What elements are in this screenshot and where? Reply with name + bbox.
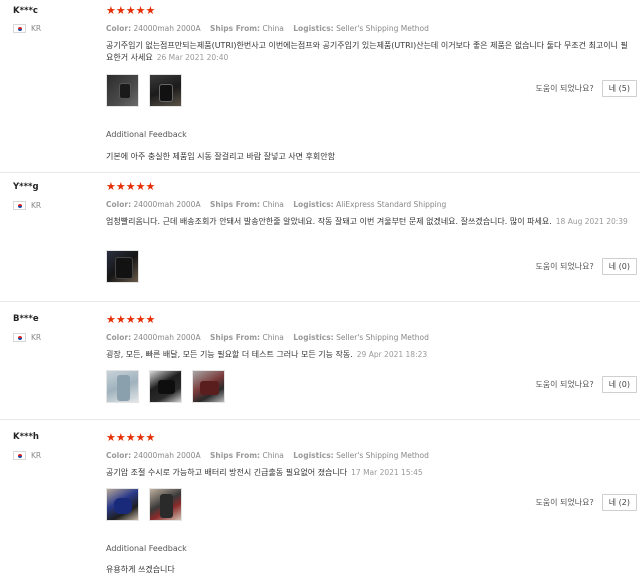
logistics-label: Logistics: xyxy=(293,200,334,209)
logistics-value: Seller's Shipping Method xyxy=(336,451,429,460)
color-label: Color: xyxy=(106,451,132,460)
ships-from-label: Ships From: xyxy=(209,333,261,342)
review-photo[interactable] xyxy=(106,370,139,403)
ships-from-value: China xyxy=(262,200,284,209)
helpful-label: 도움이 되었나요? xyxy=(535,84,594,93)
country-code: KR xyxy=(31,333,42,342)
star-rating: ★★★★★ xyxy=(106,4,156,17)
review-meta: Color: 24000mah 2000A Ships From: China … xyxy=(106,200,453,209)
color-value: 24000mah 2000A xyxy=(133,451,201,460)
review-photo[interactable] xyxy=(149,488,182,521)
ships-from-value: China xyxy=(262,333,284,342)
review-text: 공기주입기 없는점프만되는제품(UTRI)한번사고 이번에는점프와 공기주입기 … xyxy=(106,40,634,64)
divider xyxy=(0,419,640,420)
reviewer-country: KR xyxy=(13,333,41,342)
helpful-section: 도움이 되었나요? 네 (2) xyxy=(535,494,637,511)
logistics-label: Logistics: xyxy=(293,24,334,33)
helpful-label: 도움이 되었나요? xyxy=(535,262,594,271)
helpful-label: 도움이 되었나요? xyxy=(535,498,594,507)
review-photos xyxy=(106,74,182,107)
review-text: 굉장, 모든, 빠른 배달, 모든 기능 필요할 더 테스트 그러나 모든 기능… xyxy=(106,349,634,361)
review-photos xyxy=(106,250,139,283)
review-date: 29 Apr 2021 18:23 xyxy=(356,350,428,359)
korea-flag-icon xyxy=(13,201,26,210)
ships-from-label: Ships From: xyxy=(209,451,261,460)
korea-flag-icon xyxy=(13,24,26,33)
additional-feedback-title: Additional Feedback xyxy=(106,544,187,553)
review-photo[interactable] xyxy=(192,370,225,403)
korea-flag-icon xyxy=(13,451,26,460)
review-photo[interactable] xyxy=(106,74,139,107)
logistics-label: Logistics: xyxy=(293,451,334,460)
reviewer-name: K***h xyxy=(13,432,39,442)
review-photos xyxy=(106,370,225,403)
review-photo[interactable] xyxy=(149,74,182,107)
review-date: 17 Mar 2021 15:45 xyxy=(351,468,423,477)
logistics-value: Seller's Shipping Method xyxy=(336,24,429,33)
review-date: 18 Aug 2021 20:39 xyxy=(555,217,628,226)
review-text: 공기압 조절 수시로 가능하고 배터리 방전시 긴급출동 필요없어 졌습니다 17… xyxy=(106,467,634,479)
reviewer-name: Y***g xyxy=(13,182,39,192)
ships-from-label: Ships From: xyxy=(209,200,261,209)
logistics-label: Logistics: xyxy=(293,333,334,342)
reviewer-name: K***c xyxy=(13,6,38,16)
helpful-yes-button[interactable]: 네 (0) xyxy=(601,258,637,275)
country-code: KR xyxy=(31,24,42,33)
korea-flag-icon xyxy=(13,333,26,342)
reviewer-country: KR xyxy=(13,201,41,210)
star-rating: ★★★★★ xyxy=(106,180,156,193)
additional-feedback-text: 기본에 아주 충실한 제품임 시동 잘걸리고 바람 잘넣고 사면 후회안함 xyxy=(106,152,335,161)
review-meta: Color: 24000mah 2000A Ships From: China … xyxy=(106,24,436,33)
color-label: Color: xyxy=(106,200,132,209)
helpful-section: 도움이 되었나요? 네 (5) xyxy=(535,80,637,97)
ships-from-label: Ships From: xyxy=(209,24,261,33)
review-meta: Color: 24000mah 2000A Ships From: China … xyxy=(106,333,436,342)
ships-from-value: China xyxy=(262,24,284,33)
helpful-section: 도움이 되었나요? 네 (0) xyxy=(535,258,637,275)
helpful-section: 도움이 되었나요? 네 (0) xyxy=(535,376,637,393)
review-photo[interactable] xyxy=(106,250,139,283)
ships-from-value: China xyxy=(262,451,284,460)
review-date: 26 Mar 2021 20:40 xyxy=(156,53,229,62)
divider xyxy=(0,172,640,173)
star-rating: ★★★★★ xyxy=(106,431,156,444)
review-body: 굉장, 모든, 빠른 배달, 모든 기능 필요할 더 테스트 그러나 모든 기능… xyxy=(106,350,353,359)
review-body: 엄청빨리옴니다. 근데 배송조회가 안돼서 발송안한줄 알았네요. 작동 잘돼고… xyxy=(106,217,552,226)
helpful-yes-button[interactable]: 네 (2) xyxy=(601,494,637,511)
color-value: 24000mah 2000A xyxy=(133,200,201,209)
color-value: 24000mah 2000A xyxy=(133,24,201,33)
review-text: 엄청빨리옴니다. 근데 배송조회가 안돼서 발송안한줄 알았네요. 작동 잘돼고… xyxy=(106,216,634,228)
review-photo[interactable] xyxy=(106,488,139,521)
additional-feedback-text: 유용하게 쓰겠습니다 xyxy=(106,565,175,574)
review-photo[interactable] xyxy=(149,370,182,403)
color-label: Color: xyxy=(106,333,132,342)
logistics-value: Seller's Shipping Method xyxy=(336,333,429,342)
review-body: 공기압 조절 수시로 가능하고 배터리 방전시 긴급출동 필요없어 졌습니다 xyxy=(106,468,348,477)
star-rating: ★★★★★ xyxy=(106,313,156,326)
reviewer-name: B***e xyxy=(13,314,39,324)
review-meta: Color: 24000mah 2000A Ships From: China … xyxy=(106,451,436,460)
reviewer-country: KR xyxy=(13,451,41,460)
country-code: KR xyxy=(31,201,42,210)
review-photos xyxy=(106,488,182,521)
color-label: Color: xyxy=(106,24,132,33)
helpful-yes-button[interactable]: 네 (0) xyxy=(601,376,637,393)
country-code: KR xyxy=(31,451,42,460)
additional-feedback-title: Additional Feedback xyxy=(106,130,187,139)
helpful-label: 도움이 되었나요? xyxy=(535,380,594,389)
reviewer-country: KR xyxy=(13,24,41,33)
divider xyxy=(0,301,640,302)
color-value: 24000mah 2000A xyxy=(133,333,201,342)
helpful-yes-button[interactable]: 네 (5) xyxy=(601,80,637,97)
logistics-value: AliExpress Standard Shipping xyxy=(336,200,447,209)
